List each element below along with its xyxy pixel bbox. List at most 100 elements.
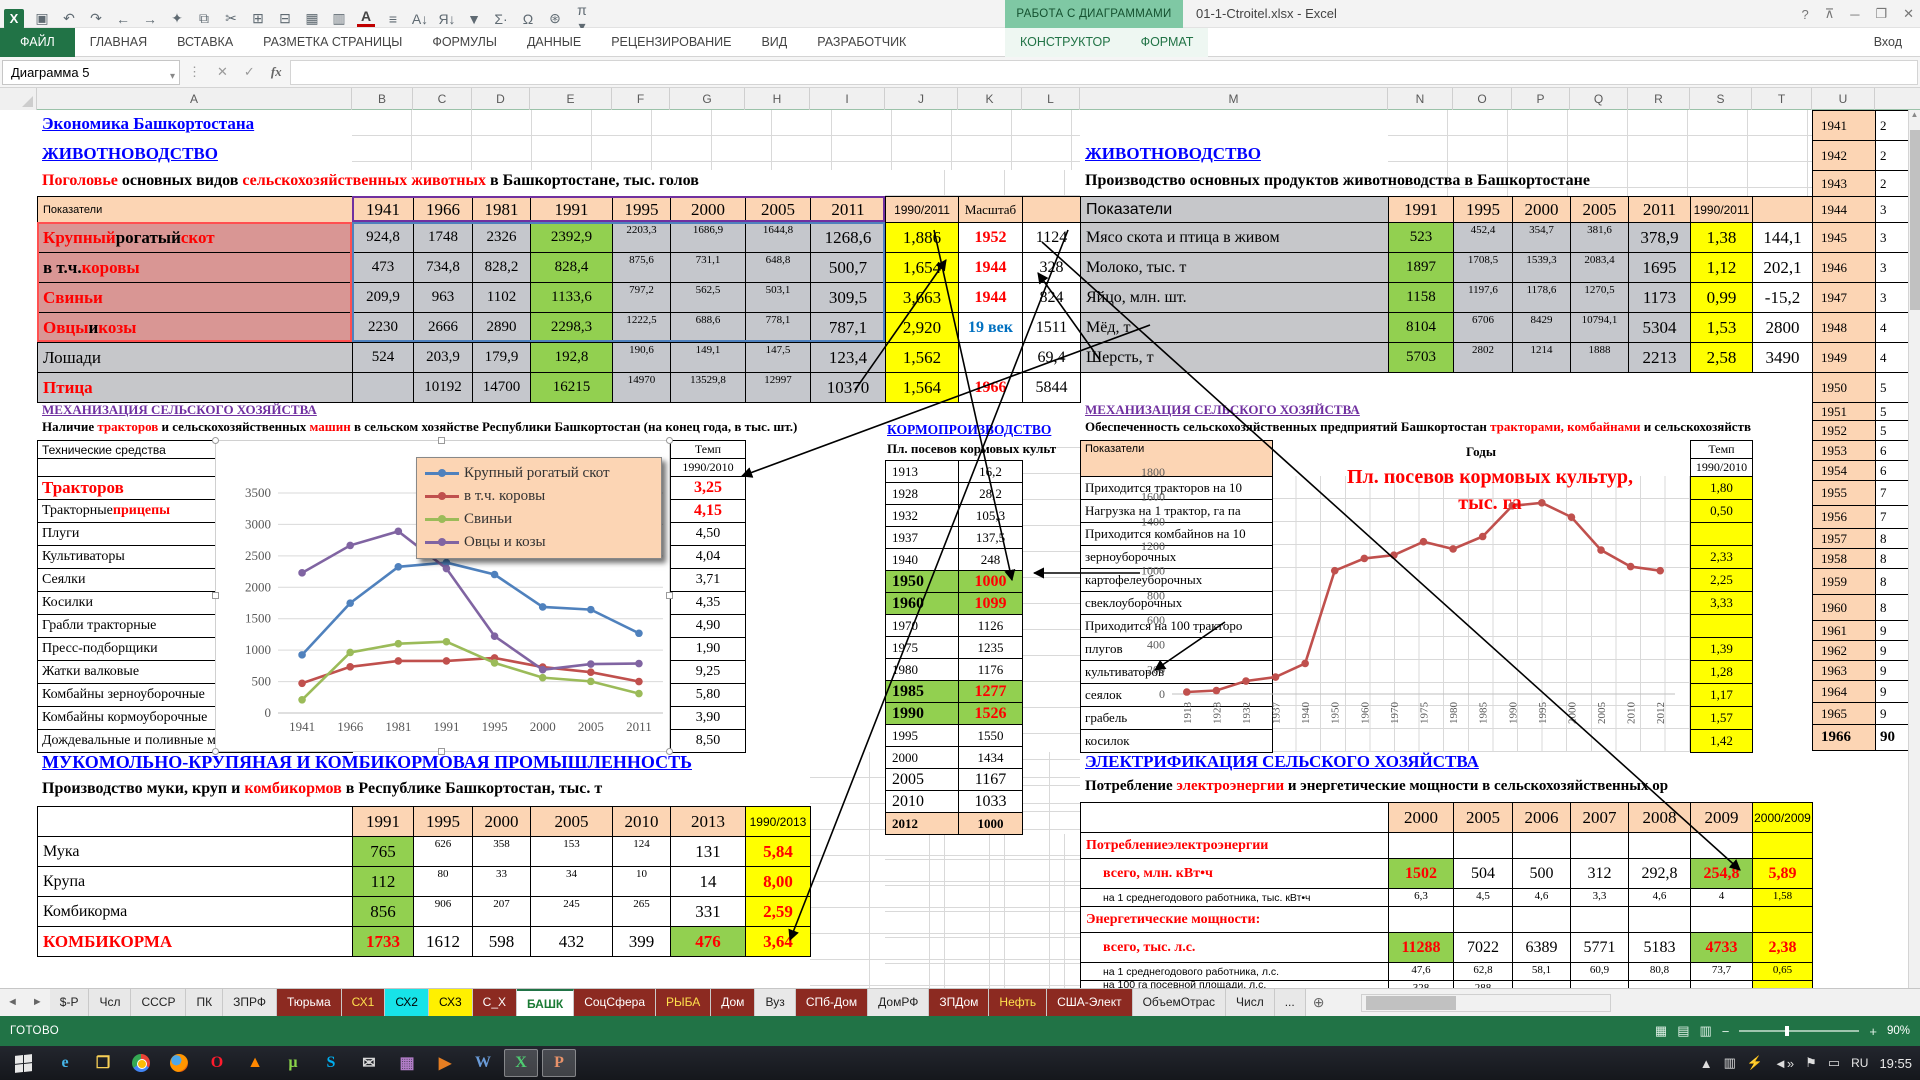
year-header-cell[interactable]: 2008 bbox=[1629, 803, 1691, 833]
column-header[interactable]: N bbox=[1388, 88, 1453, 110]
feed-value-cell[interactable]: 248 bbox=[959, 549, 1023, 571]
row-label-cell[interactable]: Птица bbox=[38, 373, 353, 403]
data-cell[interactable]: 1888 bbox=[1571, 343, 1629, 373]
chart-handle[interactable] bbox=[212, 437, 219, 444]
year-cell[interactable]: 1952 bbox=[1813, 421, 1876, 441]
zoom-in-icon[interactable]: + bbox=[1869, 1024, 1877, 1039]
chart-handle[interactable] bbox=[212, 592, 219, 599]
feed-year-cell[interactable]: 1980 bbox=[886, 659, 959, 681]
temp-cell[interactable]: 4,04 bbox=[671, 546, 746, 569]
tray-volume-icon[interactable]: ◄» bbox=[1774, 1056, 1794, 1071]
feed-title[interactable]: КОРМОПРОИЗВОДСТВО bbox=[887, 422, 1051, 438]
feed-value-cell[interactable]: 1000 bbox=[959, 813, 1023, 835]
data-cell[interactable]: 5183 bbox=[1629, 933, 1691, 963]
data-cell[interactable]: 906 bbox=[414, 897, 473, 927]
data-cell[interactable]: 2298,3 bbox=[531, 313, 613, 343]
sheet-tab[interactable]: Числ bbox=[1226, 989, 1275, 1016]
data-cell[interactable]: 1748 bbox=[414, 223, 473, 253]
flour-subtitle[interactable]: Производство муки, круп и комбикормов в … bbox=[42, 780, 602, 798]
year-cell[interactable]: 1942 bbox=[1813, 141, 1876, 171]
mail-icon[interactable]: ✉ bbox=[352, 1049, 386, 1077]
feed-year-cell[interactable]: 1937 bbox=[886, 527, 959, 549]
temp-cell[interactable]: 1,28 bbox=[1691, 661, 1753, 684]
data-cell[interactable] bbox=[1629, 833, 1691, 859]
value-cell[interactable]: 8 bbox=[1876, 549, 1908, 569]
feed-value-cell[interactable]: 1033 bbox=[959, 791, 1023, 813]
year-header-cell[interactable]: 2010 bbox=[613, 807, 671, 837]
mechanization-right-subtitle[interactable]: Обеспеченность сельскохозяйственных пред… bbox=[1085, 419, 1751, 435]
restore-icon[interactable]: ❐ bbox=[1875, 6, 1887, 22]
mechanization-right-title[interactable]: МЕХАНИЗАЦИЯ СЕЛЬСКОГО ХОЗЯЙСТВА bbox=[1085, 402, 1360, 418]
legend-entry[interactable]: Крупный рогатый скот bbox=[425, 462, 653, 485]
value-cell[interactable]: 9 bbox=[1876, 661, 1908, 681]
value-cell[interactable]: 6 bbox=[1876, 461, 1908, 481]
year-cell[interactable]: 1946 bbox=[1813, 253, 1876, 283]
data-cell[interactable]: 432 bbox=[531, 927, 613, 957]
data-cell[interactable]: 14 bbox=[671, 867, 746, 897]
feed-chart[interactable]: Пл. посевов кормовых культур,тыс. га 020… bbox=[1120, 458, 1690, 750]
flour-title[interactable]: МУКОМОЛЬНО-КРУПЯНАЯ И КОМБИКОРМОВАЯ ПРОМ… bbox=[42, 752, 692, 773]
ratio-header-cell[interactable]: 1990/2011 bbox=[1691, 197, 1753, 223]
data-cell[interactable]: 131 bbox=[671, 837, 746, 867]
temp-cell[interactable]: 5,80 bbox=[671, 684, 746, 707]
feed-year-cell[interactable]: 1985 bbox=[886, 681, 959, 703]
row-label-cell[interactable]: Овцы и козы bbox=[38, 313, 353, 343]
extra-cell[interactable]: 824 bbox=[1023, 283, 1081, 313]
year-header-cell[interactable]: 1995 bbox=[613, 197, 671, 223]
ratio-cell[interactable]: 2,59 bbox=[746, 897, 811, 927]
data-cell[interactable]: 1733 bbox=[353, 927, 414, 957]
data-cell[interactable] bbox=[1389, 907, 1454, 933]
data-cell[interactable]: 5703 bbox=[1389, 343, 1454, 373]
scrollbar-thumb[interactable] bbox=[1366, 996, 1456, 1010]
ratio-cell[interactable]: 1,53 bbox=[1691, 313, 1753, 343]
skype-icon[interactable]: S bbox=[314, 1049, 348, 1077]
feed-value-cell[interactable]: 16,2 bbox=[959, 461, 1023, 483]
empty-header-cell[interactable] bbox=[1023, 197, 1081, 223]
column-header[interactable]: L bbox=[1022, 88, 1080, 110]
year-cell[interactable]: 1956 bbox=[1813, 506, 1876, 529]
temp-cell[interactable]: 1,39 bbox=[1691, 638, 1753, 661]
data-cell[interactable]: 292,8 bbox=[1629, 859, 1691, 889]
opera-icon[interactable]: O bbox=[200, 1049, 234, 1077]
value-cell[interactable]: 9 bbox=[1876, 703, 1908, 725]
sheet-tab[interactable]: Тюрьма bbox=[277, 989, 342, 1016]
powerpoint-icon[interactable]: P bbox=[542, 1049, 576, 1077]
year-header-cell[interactable]: 2011 bbox=[1629, 197, 1691, 223]
year-header-cell[interactable]: 1966 bbox=[414, 197, 473, 223]
data-cell[interactable] bbox=[1513, 907, 1571, 933]
livestock-chart[interactable]: 0500100015002000250030003500194119661981… bbox=[215, 440, 670, 752]
year-header-cell[interactable]: 1995 bbox=[414, 807, 473, 837]
data-cell[interactable]: 1214 bbox=[1513, 343, 1571, 373]
data-cell[interactable]: 358 bbox=[473, 837, 531, 867]
insert-function-icon[interactable]: fx bbox=[263, 64, 290, 80]
extra-cell[interactable]: -15,2 bbox=[1753, 283, 1813, 313]
row-label-cell[interactable]: Крупа bbox=[38, 867, 353, 897]
ratio-cell[interactable]: 1,564 bbox=[886, 373, 959, 403]
sheet-tab[interactable]: СХ2 bbox=[385, 989, 429, 1016]
data-cell[interactable]: 3,3 bbox=[1571, 889, 1629, 907]
ribbon-tab[interactable]: ВИД bbox=[746, 28, 802, 57]
data-cell[interactable]: 562,5 bbox=[671, 283, 746, 313]
toolbar-icon[interactable]: ⧉ bbox=[195, 10, 213, 27]
scale-cell[interactable]: 1944 bbox=[959, 253, 1023, 283]
data-cell[interactable]: 765 bbox=[353, 837, 414, 867]
toolbar-icon[interactable]: ▣ bbox=[33, 10, 51, 27]
year-cell[interactable]: 1949 bbox=[1813, 343, 1876, 373]
data-cell[interactable]: 153 bbox=[531, 837, 613, 867]
data-cell[interactable]: 124 bbox=[613, 837, 671, 867]
sheet-tab[interactable]: ЗПДом bbox=[929, 989, 989, 1016]
ratio-cell[interactable]: 0,65 bbox=[1753, 963, 1813, 981]
temp-cell[interactable]: 8,50 bbox=[671, 730, 746, 753]
data-cell[interactable] bbox=[1691, 981, 1753, 988]
data-cell[interactable]: 147,5 bbox=[746, 343, 811, 373]
data-cell[interactable] bbox=[1571, 981, 1629, 988]
year-cell[interactable]: 1948 bbox=[1813, 313, 1876, 343]
row-label-cell[interactable]: на 100 га посевной площади, л.с. bbox=[1081, 981, 1389, 988]
temp-cell[interactable]: 3,33 bbox=[1691, 592, 1753, 615]
excel-icon[interactable]: X bbox=[504, 1049, 538, 1077]
year-cell[interactable]: 1961 bbox=[1813, 621, 1876, 641]
data-cell[interactable] bbox=[1513, 981, 1571, 988]
data-cell[interactable]: 1270,5 bbox=[1571, 283, 1629, 313]
data-cell[interactable]: 10794,1 bbox=[1571, 313, 1629, 343]
tray-display-icon[interactable]: ▥ bbox=[1724, 1055, 1736, 1071]
